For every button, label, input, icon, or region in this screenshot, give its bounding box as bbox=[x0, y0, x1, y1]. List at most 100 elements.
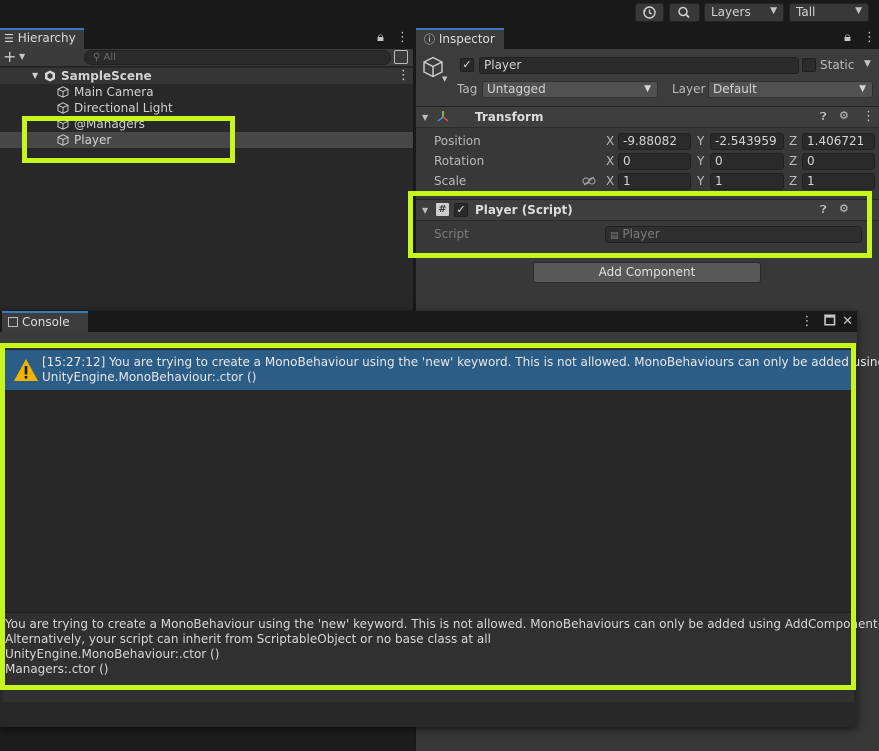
search-options-icon[interactable] bbox=[394, 50, 408, 64]
rotation-y-field[interactable]: 0 bbox=[710, 153, 784, 170]
detail-stack-line[interactable]: Managers:.ctor () bbox=[5, 662, 852, 677]
gameobject-cube-icon bbox=[423, 56, 443, 78]
list-item-selected[interactable]: Player bbox=[0, 132, 413, 148]
axis-x-label: X bbox=[606, 174, 615, 188]
item-label: Player bbox=[74, 133, 112, 147]
static-checkbox[interactable] bbox=[802, 58, 816, 72]
log-message: [15:27:12] You are trying to create a Mo… bbox=[42, 355, 879, 369]
axis-y-label: Y bbox=[697, 134, 705, 148]
console-icon bbox=[8, 317, 18, 327]
script-object-field: ▤ Player bbox=[605, 226, 862, 243]
kebab-menu-icon[interactable]: ⋮ bbox=[863, 30, 876, 45]
history-button[interactable] bbox=[635, 3, 664, 22]
history-icon bbox=[643, 6, 656, 19]
help-icon[interactable]: ❓︎ bbox=[820, 110, 827, 124]
position-label: Position bbox=[434, 134, 481, 148]
axis-z-label: Z bbox=[789, 134, 798, 148]
close-icon[interactable]: ✕ bbox=[842, 314, 853, 329]
object-name-input[interactable]: Player bbox=[479, 57, 799, 74]
window-controls: ⋮ 🗖︎ ✕ bbox=[800, 312, 853, 334]
console-tabbar: Console ⋮ 🗖︎ ✕ bbox=[0, 311, 857, 332]
item-label: Directional Light bbox=[74, 101, 173, 115]
transform-title: Transform bbox=[475, 110, 544, 124]
create-plus-icon[interactable]: + bbox=[3, 47, 16, 66]
layer-label: Layer bbox=[672, 82, 706, 96]
help-icon[interactable]: ❓︎ bbox=[820, 203, 827, 217]
console-log-list: [15:27:12] You are trying to create a Mo… bbox=[3, 350, 879, 612]
detail-line: Alternatively, your script can inherit f… bbox=[5, 632, 491, 646]
chevron-down-icon[interactable]: ▼ bbox=[442, 75, 447, 83]
kebab-menu-icon[interactable]: ⋮ bbox=[396, 30, 409, 45]
hierarchy-panel: ☰ Hierarchy 🔒︎ ⋮ + ▼ ⚲ All ▼ SampleScene… bbox=[0, 28, 413, 313]
layers-dropdown[interactable]: Layers ▼ bbox=[704, 3, 784, 22]
tab-console[interactable]: Console bbox=[2, 311, 88, 332]
inspector-tabbar: ⓘ Inspector 🔒︎ ⋮ bbox=[416, 28, 879, 49]
scale-y-field[interactable]: 1 bbox=[710, 173, 784, 190]
component-enabled-checkbox[interactable]: ✓ bbox=[454, 203, 468, 217]
position-x-field[interactable]: -9.88082 bbox=[618, 133, 691, 150]
script-component-header[interactable]: ▼ # ✓ Player (Script) ❓︎ ⚙︎ bbox=[416, 199, 879, 221]
rotation-z-field[interactable]: 0 bbox=[802, 153, 875, 170]
hierarchy-search-input[interactable]: ⚲ All bbox=[84, 50, 391, 65]
gameobject-header: ▼ ✓ Player Static ▼ Tag Untagged ▼ Layer… bbox=[416, 49, 879, 113]
warning-icon bbox=[14, 359, 38, 381]
chevron-down-icon[interactable]: ▼ bbox=[19, 52, 25, 61]
presets-icon[interactable]: ⚙︎ bbox=[839, 109, 849, 122]
log-entry-selected[interactable]: [15:27:12] You are trying to create a Mo… bbox=[5, 350, 879, 390]
layout-dropdown[interactable]: Tall ▼ bbox=[789, 3, 869, 22]
list-item[interactable]: Main Camera bbox=[0, 84, 413, 100]
axis-x-label: X bbox=[606, 134, 615, 148]
maximize-icon[interactable]: 🗖︎ bbox=[824, 314, 836, 329]
add-component-button[interactable]: Add Component bbox=[533, 262, 761, 283]
layer-dropdown[interactable]: Default ▼ bbox=[708, 81, 873, 98]
info-icon: ⓘ bbox=[424, 33, 435, 46]
chevron-down-icon[interactable]: ▼ bbox=[864, 59, 871, 69]
layout-label: Tall bbox=[796, 5, 816, 19]
lock-icon[interactable]: 🔒︎ bbox=[377, 30, 384, 45]
kebab-menu-icon[interactable]: ⋮ bbox=[862, 109, 875, 124]
tab-inspector[interactable]: ⓘ Inspector bbox=[416, 28, 504, 49]
rotation-x-field[interactable]: 0 bbox=[618, 153, 691, 170]
chevron-down-icon: ▼ bbox=[859, 84, 866, 94]
tag-value: Untagged bbox=[487, 82, 546, 96]
kebab-menu-icon[interactable]: ⋮ bbox=[397, 68, 410, 83]
scale-label: Scale bbox=[434, 174, 467, 188]
axis-x-label: X bbox=[606, 154, 615, 168]
unity-scene-icon bbox=[45, 70, 55, 82]
inspector-tab-label: Inspector bbox=[438, 32, 495, 46]
fold-arrow-icon[interactable]: ▼ bbox=[422, 206, 428, 215]
fold-arrow-icon[interactable]: ▼ bbox=[32, 71, 38, 80]
scale-z-field[interactable]: 1 bbox=[802, 173, 875, 190]
scale-x-field[interactable]: 1 bbox=[618, 173, 691, 190]
scene-row[interactable]: ▼ SampleScene ⋮ bbox=[0, 68, 413, 84]
position-z-field[interactable]: 1.406721 bbox=[802, 133, 875, 150]
script-label: Script bbox=[434, 227, 469, 241]
tag-label: Tag bbox=[457, 82, 478, 96]
chevron-down-icon: ▼ bbox=[855, 6, 862, 16]
gameobject-cube-icon bbox=[57, 86, 69, 98]
transform-axes-icon bbox=[437, 111, 449, 122]
console-tab-label: Console bbox=[22, 315, 70, 329]
console-detail-pane: You are trying to create a MonoBehaviour… bbox=[3, 612, 879, 702]
presets-icon[interactable]: ⚙︎ bbox=[839, 202, 849, 215]
constrain-proportions-icon[interactable] bbox=[582, 176, 596, 186]
chevron-down-icon: ▼ bbox=[770, 6, 777, 16]
position-y-field[interactable]: -2.543959 bbox=[710, 133, 784, 150]
kebab-menu-icon[interactable]: ⋮ bbox=[800, 314, 813, 329]
lock-icon[interactable]: 🔒︎ bbox=[844, 30, 851, 45]
item-label: @Managers bbox=[74, 117, 145, 131]
tab-hierarchy[interactable]: ☰ Hierarchy bbox=[0, 28, 84, 49]
tag-dropdown[interactable]: Untagged ▼ bbox=[482, 81, 658, 98]
axis-y-label: Y bbox=[697, 174, 705, 188]
active-checkbox[interactable]: ✓ bbox=[460, 58, 474, 72]
detail-stack-line[interactable]: UnityEngine.MonoBehaviour:.ctor () bbox=[5, 647, 852, 662]
script-value: Player bbox=[622, 227, 660, 241]
list-item[interactable]: Directional Light bbox=[0, 100, 413, 116]
list-item[interactable]: @Managers bbox=[0, 116, 413, 132]
search-placeholder: All bbox=[103, 52, 116, 63]
search-icon bbox=[678, 6, 690, 19]
transform-header[interactable]: ▼ Transform ❓︎ ⚙︎ ⋮ bbox=[416, 106, 879, 128]
gameobject-cube-icon bbox=[57, 134, 69, 146]
fold-arrow-icon[interactable]: ▼ bbox=[422, 113, 428, 122]
search-button[interactable] bbox=[669, 3, 700, 22]
